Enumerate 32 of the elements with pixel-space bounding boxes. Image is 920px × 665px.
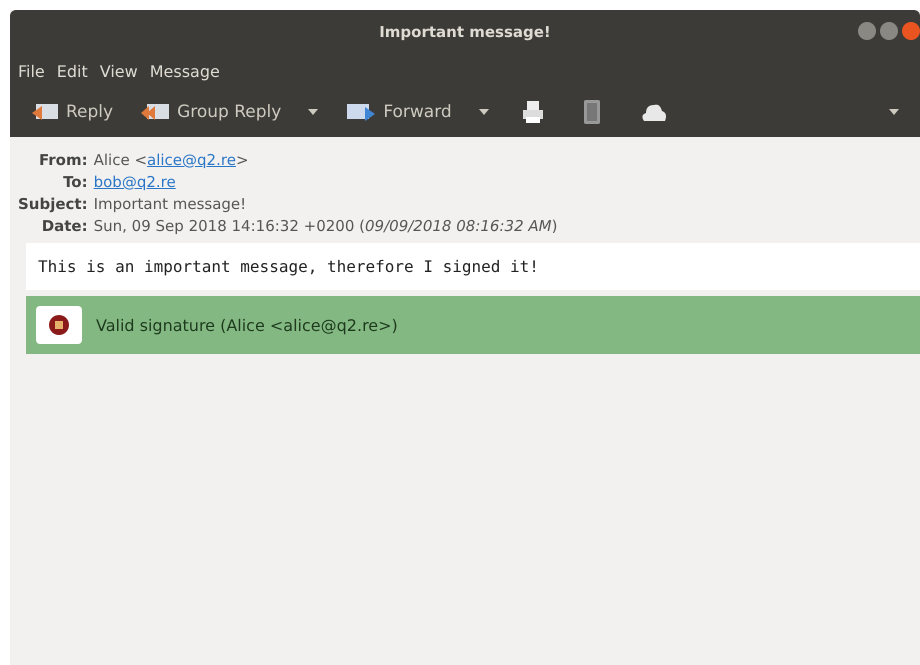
menu-item[interactable]: Message (146, 60, 224, 83)
envelope-arrows-icon (139, 101, 172, 123)
header-value: Important message! (94, 195, 246, 213)
close-button[interactable] (902, 22, 920, 40)
message-body: This is an important message, therefore I signed it! (26, 243, 920, 290)
envelope-arrow-icon (345, 101, 378, 123)
header-label: From: (38, 151, 88, 169)
window-title: Important message! (379, 23, 551, 41)
minimize-button[interactable] (858, 22, 876, 40)
menu-item[interactable]: Edit (52, 60, 92, 83)
header-value: > (236, 151, 249, 169)
seal-icon (36, 306, 82, 344)
trash-icon[interactable] (582, 99, 602, 125)
toolbar-button[interactable]: Forward (337, 97, 460, 127)
header-value: Sun, 09 Sep 2018 14:16:32 +0200 (09/09/2018 08:16:32 AM) (94, 217, 558, 235)
envelope-arrow-icon (30, 101, 60, 123)
header-label: To: (62, 173, 88, 191)
menu-item[interactable]: File (14, 60, 49, 83)
maximize-button[interactable] (880, 22, 898, 40)
email-link[interactable]: bob@q2.re (94, 173, 176, 191)
menu-item[interactable]: View (96, 60, 142, 83)
caret-icon (307, 108, 320, 116)
signature-status: Valid signature (Alice <alice@q2.re>) (96, 316, 398, 334)
email-link[interactable]: alice@q2.re (147, 151, 236, 169)
toolbar-button[interactable]: Reply (22, 97, 122, 127)
printer-icon[interactable] (522, 100, 544, 124)
toolbar-button[interactable]: Group Reply (131, 97, 290, 127)
header-value: Alice < (94, 151, 148, 169)
caret-icon (478, 108, 490, 116)
caret-icon (888, 108, 900, 116)
header-label: Date: (40, 217, 88, 235)
header-label: Subject: (18, 195, 88, 213)
